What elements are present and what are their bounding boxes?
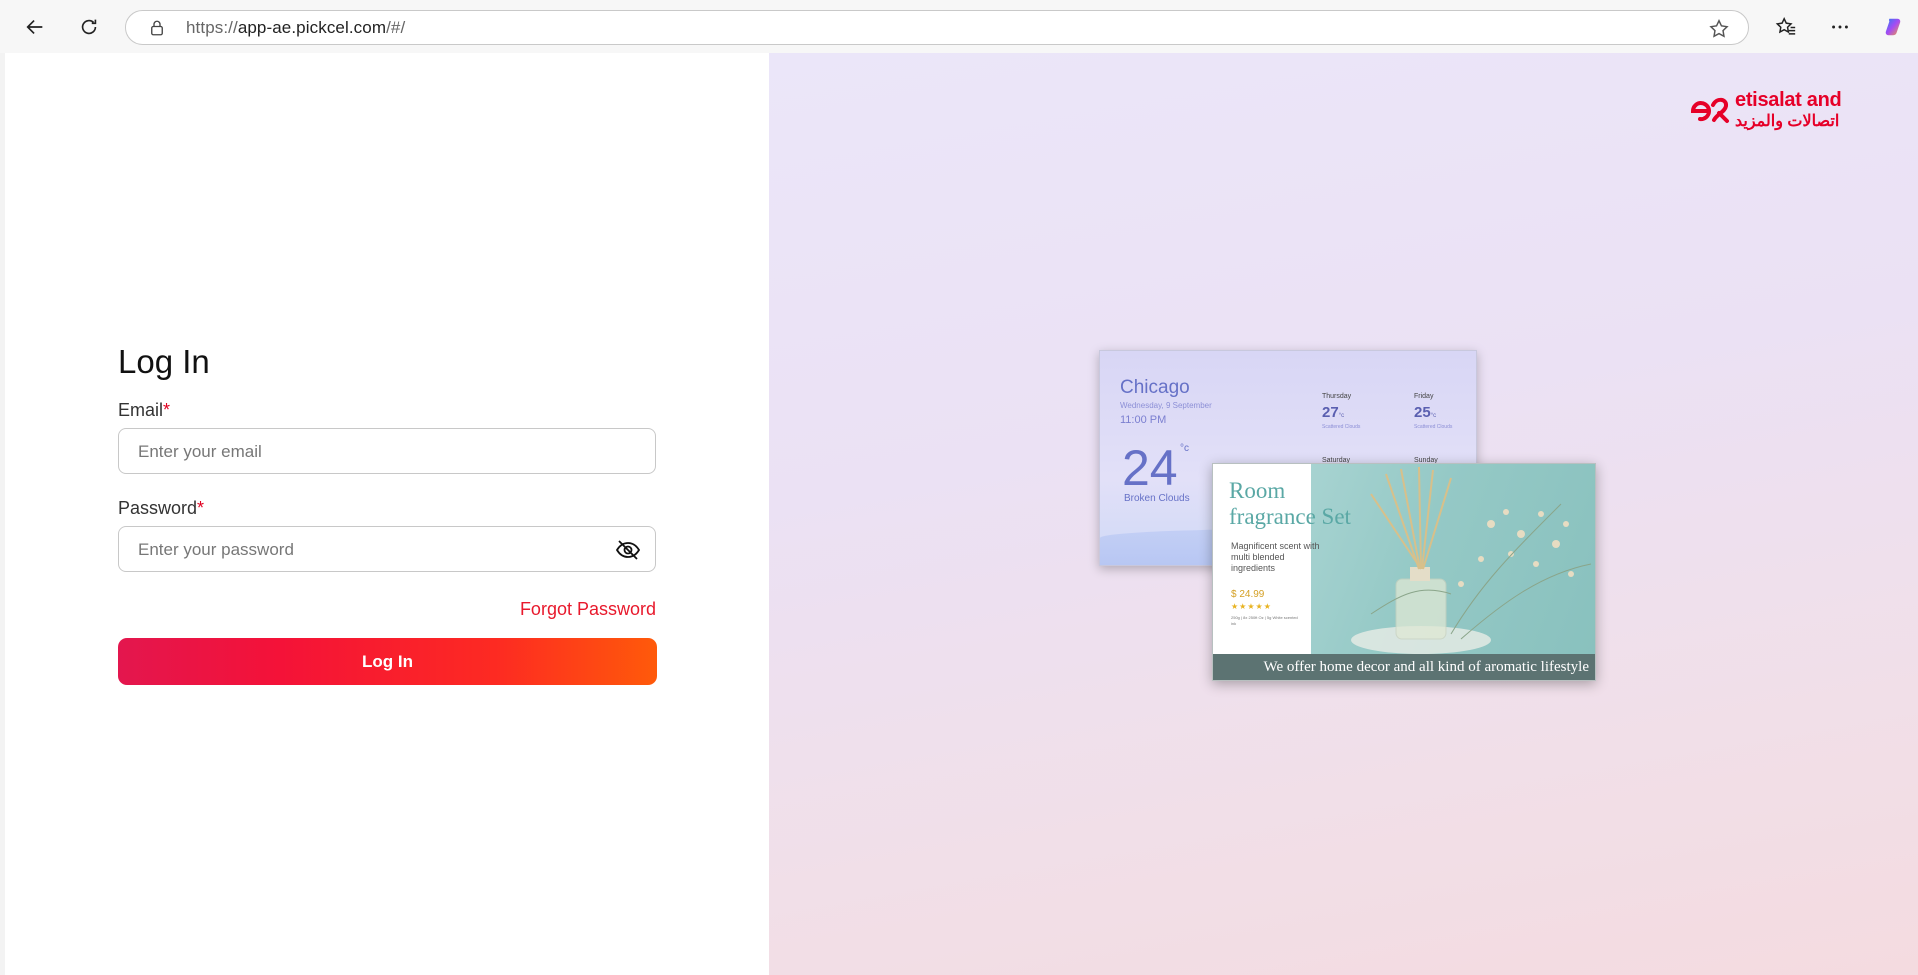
weather-date: Wednesday, 9 September <box>1120 401 1212 410</box>
fragrance-tagline: We offer home decor and all kind of arom… <box>1213 654 1595 680</box>
favorites-button[interactable] <box>1770 11 1802 43</box>
brand-name-en: etisalat and <box>1735 89 1842 111</box>
promo-panel: etisalat and اتصالات والمزيد Chicago Wed… <box>769 53 1918 975</box>
email-field[interactable] <box>136 429 620 475</box>
forgot-password-link[interactable]: Forgot Password <box>520 599 656 620</box>
fragrance-price: $ 24.99 <box>1231 589 1265 600</box>
fragrance-description: Magnificent scent with multi blended ing… <box>1231 541 1320 573</box>
eye-off-icon[interactable] <box>615 539 641 561</box>
favorites-icon <box>1775 17 1796 35</box>
reload-button[interactable] <box>73 11 105 43</box>
diffuser-image <box>1311 464 1595 654</box>
more-icon <box>1832 25 1848 29</box>
browser-toolbar: https://app-ae.pickcel.com/#/ <box>0 0 1918 53</box>
copilot-button[interactable] <box>1877 11 1909 43</box>
forecast-day: Friday <box>1414 393 1434 400</box>
email-label: Email* <box>118 400 171 420</box>
arrow-left-icon <box>26 19 43 35</box>
etisalat-logo-icon <box>1690 97 1729 123</box>
fragrance-title: Room fragrance Set <box>1229 478 1351 529</box>
weather-condition: Broken Clouds <box>1124 493 1190 504</box>
password-label: Password* <box>118 498 205 518</box>
login-button[interactable]: Log In <box>118 638 657 685</box>
star-icon[interactable] <box>1708 18 1730 40</box>
weather-time: 11:00 PM <box>1120 414 1167 426</box>
page: Log In Email* Password* Forgot Password … <box>5 53 1918 975</box>
forecast-day: Thursday <box>1322 393 1352 400</box>
forecast-temp: 27°c <box>1322 404 1345 421</box>
fragrance-fine-print: 250g | 8x 250ft Oz | 5g White scented in… <box>1231 615 1298 626</box>
reed-diffuser-illustration <box>1351 466 1592 654</box>
page-title: Log In <box>118 343 210 380</box>
brand-name-ar: اتصالات والمزيد <box>1735 113 1840 130</box>
back-button[interactable] <box>19 11 51 43</box>
password-field-wrapper <box>118 526 656 573</box>
login-panel: Log In Email* Password* Forgot Password … <box>5 53 769 975</box>
reload-icon <box>81 19 97 35</box>
copilot-icon <box>1885 18 1901 36</box>
more-menu-button[interactable] <box>1824 11 1856 43</box>
email-field-wrapper <box>118 428 656 475</box>
forecast-condition: Scattered Clouds <box>1414 424 1453 430</box>
weather-temp: 24 <box>1122 440 1178 496</box>
url-text: https://app-ae.pickcel.com/#/ <box>186 18 406 37</box>
fragrance-signage-card: Room fragrance Set Magnificent scent with… <box>1212 463 1596 681</box>
lock-icon <box>151 20 163 36</box>
forecast-temp: 25°c <box>1414 404 1437 421</box>
weather-unit: °c <box>1180 443 1189 454</box>
forecast-condition: Scattered Clouds <box>1322 424 1361 430</box>
brand-logo: etisalat and اتصالات والمزيد <box>1689 87 1869 133</box>
weather-city: Chicago <box>1120 377 1190 398</box>
address-bar[interactable]: https://app-ae.pickcel.com/#/ <box>125 10 1749 45</box>
password-field[interactable] <box>136 527 620 573</box>
rating-stars: ★★★★★ <box>1231 602 1272 611</box>
